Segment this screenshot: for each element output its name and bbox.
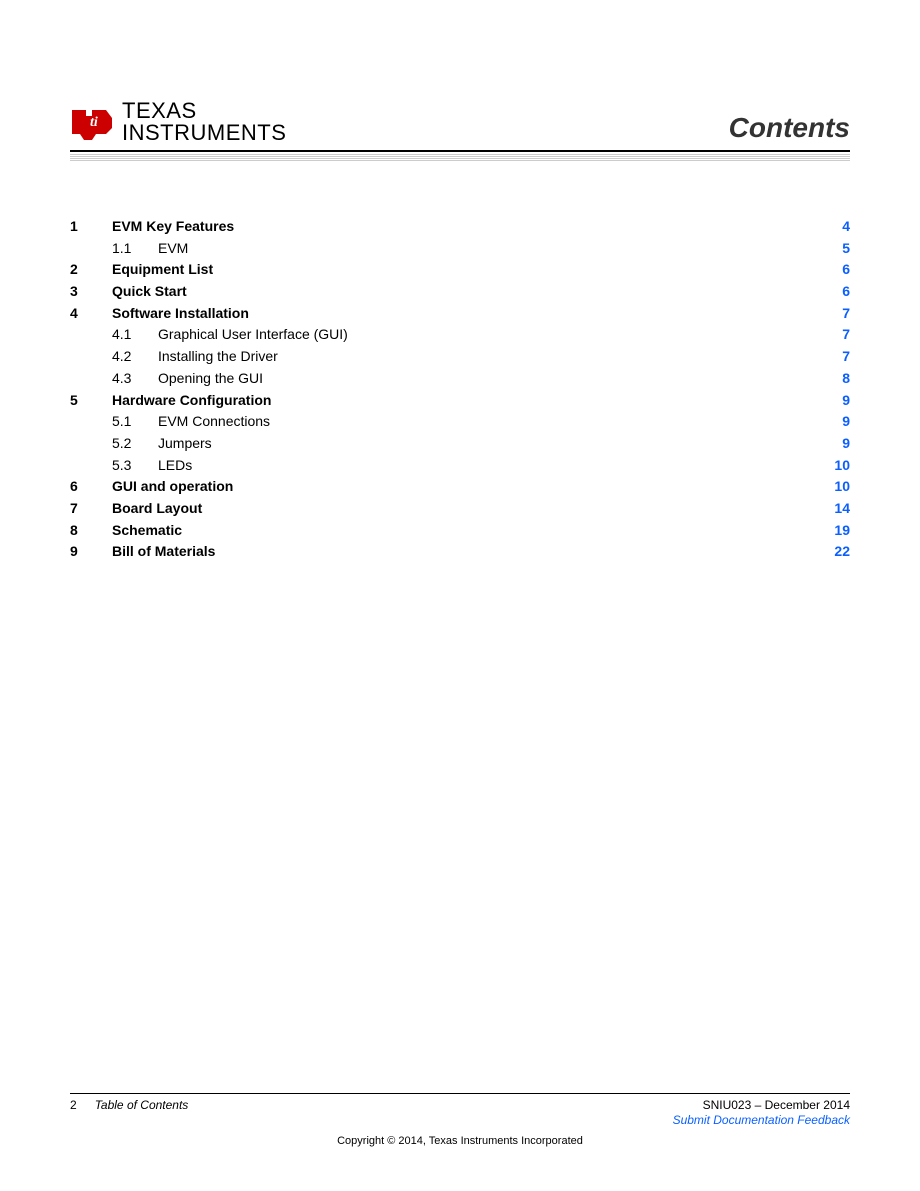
toc-section-number: 5 bbox=[70, 390, 112, 412]
toc-entry-title: Opening the GUI bbox=[158, 368, 263, 390]
toc-section-number: 7 bbox=[70, 498, 112, 520]
toc-section-number: 1 bbox=[70, 216, 112, 238]
toc-subsection-number: 4.1 bbox=[112, 324, 158, 346]
toc-row: 5Hardware Configuration 9 bbox=[70, 390, 850, 412]
toc-row: 6GUI and operation 10 bbox=[70, 476, 850, 498]
toc-row: 4.2Installing the Driver 7 bbox=[70, 346, 850, 368]
toc-row: 8Schematic 19 bbox=[70, 520, 850, 542]
toc-row: 1.1EVM 5 bbox=[70, 238, 850, 260]
toc-entry-title: Installing the Driver bbox=[158, 346, 278, 368]
toc-entry-title: Board Layout bbox=[112, 498, 202, 520]
toc-row: 3Quick Start 6 bbox=[70, 281, 850, 303]
toc-page-link[interactable]: 10 bbox=[824, 455, 850, 477]
page-title: Contents bbox=[729, 112, 850, 144]
toc-subsection-number: 4.3 bbox=[112, 368, 158, 390]
toc-entry-title: Quick Start bbox=[112, 281, 187, 303]
toc-subsection-number: 5.3 bbox=[112, 455, 158, 477]
toc-page-link[interactable]: 19 bbox=[824, 520, 850, 542]
toc-page-link[interactable]: 7 bbox=[824, 303, 850, 325]
toc-subsection-number: 5.1 bbox=[112, 411, 158, 433]
toc-entry-title: Schematic bbox=[112, 520, 182, 542]
toc-page-link[interactable]: 9 bbox=[824, 390, 850, 412]
toc-row: 2Equipment List 6 bbox=[70, 259, 850, 281]
toc-section-number: 6 bbox=[70, 476, 112, 498]
logo-line-2: INSTRUMENTS bbox=[122, 122, 286, 144]
toc-entry-title: Equipment List bbox=[112, 259, 213, 281]
toc-row: 4.3Opening the GUI 8 bbox=[70, 368, 850, 390]
toc-subsection-number: 5.2 bbox=[112, 433, 158, 455]
page-footer: 2 Table of Contents SNIU023 – December 2… bbox=[70, 1093, 850, 1147]
toc-row: 7Board Layout 14 bbox=[70, 498, 850, 520]
toc-entry-title: Hardware Configuration bbox=[112, 390, 271, 412]
svg-text:ti: ti bbox=[90, 115, 98, 130]
toc-page-link[interactable]: 6 bbox=[824, 281, 850, 303]
toc-row: 5.1EVM Connections 9 bbox=[70, 411, 850, 433]
toc-entry-title: EVM Connections bbox=[158, 411, 270, 433]
footer-copyright: Copyright © 2014, Texas Instruments Inco… bbox=[70, 1135, 850, 1147]
ti-logo-text: TEXAS INSTRUMENTS bbox=[122, 100, 286, 144]
toc-section-number: 4 bbox=[70, 303, 112, 325]
toc-row: 5.3LEDs 10 bbox=[70, 455, 850, 477]
toc-section-number: 2 bbox=[70, 259, 112, 281]
logo-line-1: TEXAS bbox=[122, 100, 286, 122]
toc-page-link[interactable]: 7 bbox=[824, 324, 850, 346]
toc-page-link[interactable]: 9 bbox=[824, 433, 850, 455]
toc-page-link[interactable]: 6 bbox=[824, 259, 850, 281]
toc-entry-title: Graphical User Interface (GUI) bbox=[158, 324, 348, 346]
toc-subsection-number: 4.2 bbox=[112, 346, 158, 368]
ti-logo: ti TEXAS INSTRUMENTS bbox=[70, 100, 286, 144]
toc-entry-title: EVM Key Features bbox=[112, 216, 234, 238]
toc-section-number: 9 bbox=[70, 541, 112, 563]
toc-section-number: 8 bbox=[70, 520, 112, 542]
toc-page-link[interactable]: 4 bbox=[824, 216, 850, 238]
toc-page-link[interactable]: 5 bbox=[824, 238, 850, 260]
header-rules bbox=[70, 150, 850, 161]
toc-page-link[interactable]: 8 bbox=[824, 368, 850, 390]
toc-entry-title: LEDs bbox=[158, 455, 192, 477]
toc-row: 4.1Graphical User Interface (GUI) 7 bbox=[70, 324, 850, 346]
toc-entry-title: Bill of Materials bbox=[112, 541, 215, 563]
footer-doc-id: SNIU023 – December 2014 bbox=[673, 1098, 850, 1114]
toc-entry-title: Jumpers bbox=[158, 433, 212, 455]
table-of-contents: 1EVM Key Features41.1EVM52Equipment List… bbox=[70, 216, 850, 563]
toc-row: 5.2Jumpers 9 bbox=[70, 433, 850, 455]
toc-entry-title: EVM bbox=[158, 238, 188, 260]
toc-entry-title: Software Installation bbox=[112, 303, 249, 325]
toc-page-link[interactable]: 22 bbox=[824, 541, 850, 563]
toc-row: 4Software Installation 7 bbox=[70, 303, 850, 325]
toc-section-number: 3 bbox=[70, 281, 112, 303]
toc-page-link[interactable]: 9 bbox=[824, 411, 850, 433]
toc-page-link[interactable]: 7 bbox=[824, 346, 850, 368]
toc-row: 9Bill of Materials 22 bbox=[70, 541, 850, 563]
toc-entry-title: GUI and operation bbox=[112, 476, 233, 498]
ti-chip-icon: ti bbox=[70, 102, 116, 142]
submit-feedback-link[interactable]: Submit Documentation Feedback bbox=[673, 1113, 850, 1129]
toc-page-link[interactable]: 14 bbox=[824, 498, 850, 520]
footer-page-number: 2 bbox=[70, 1098, 77, 1112]
toc-page-link[interactable]: 10 bbox=[824, 476, 850, 498]
toc-row: 1EVM Key Features 4 bbox=[70, 216, 850, 238]
footer-title: Table of Contents bbox=[95, 1098, 189, 1112]
toc-subsection-number: 1.1 bbox=[112, 238, 158, 260]
